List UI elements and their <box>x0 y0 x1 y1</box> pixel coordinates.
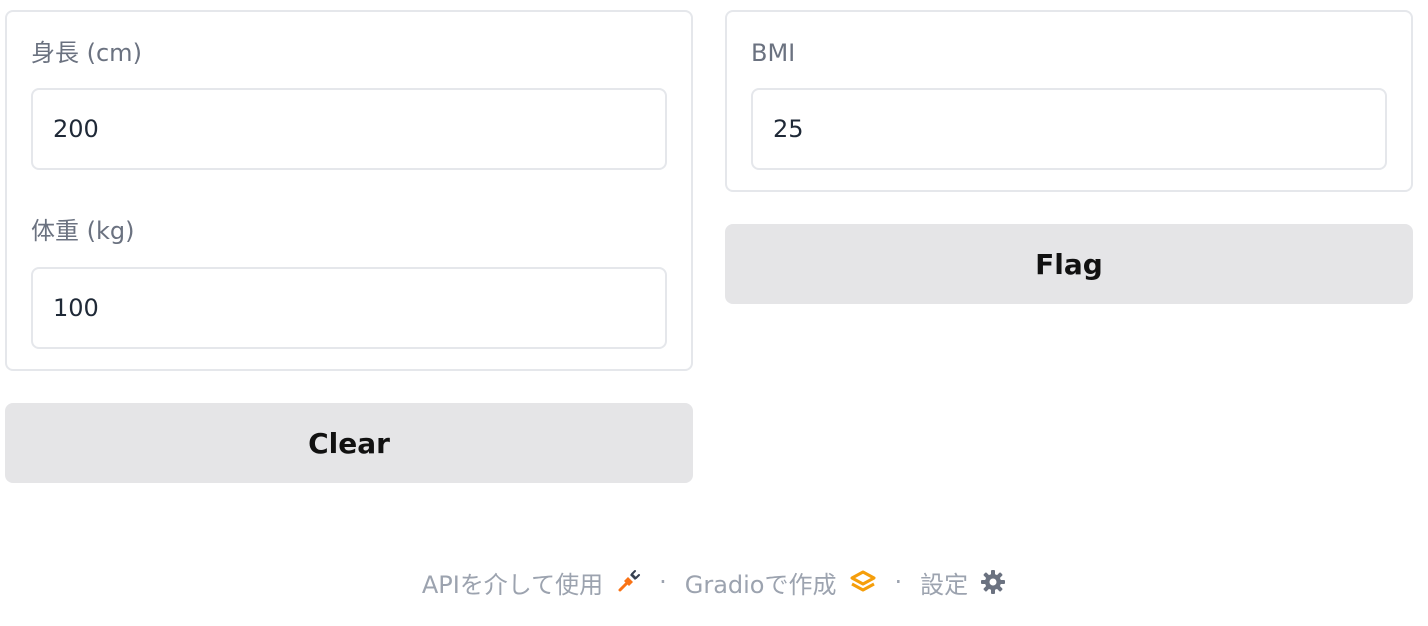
weight-label: 体重 (kg) <box>31 217 135 245</box>
gear-icon <box>968 569 1006 595</box>
clear-button[interactable]: Clear <box>5 403 693 483</box>
rocket-plug-icon <box>603 569 641 595</box>
input-panel: 身長 (cm) 体重 (kg) <box>5 10 693 371</box>
bmi-label: BMI <box>751 39 796 67</box>
flag-button[interactable]: Flag <box>725 224 1413 304</box>
height-label: 身長 (cm) <box>31 39 142 67</box>
output-panel: BMI <box>725 10 1413 192</box>
settings-link[interactable]: 設定 <box>920 565 1006 600</box>
footer-separator: · <box>659 568 667 596</box>
footer-separator: · <box>894 568 903 596</box>
api-link[interactable]: APIを介して使用 <box>422 565 641 600</box>
api-link-label: APIを介して使用 <box>421 570 604 599</box>
weight-input[interactable] <box>31 267 667 349</box>
gradio-link[interactable]: Gradioで作成 <box>685 565 877 600</box>
bmi-output[interactable] <box>751 88 1387 170</box>
height-input[interactable] <box>31 88 667 170</box>
footer: APIを介して使用 · Gradioで作成 · 設定 <box>0 560 1428 604</box>
settings-link-label: 設定 <box>920 570 969 599</box>
gradio-link-label: Gradioで作成 <box>684 570 837 599</box>
gradio-logo-icon <box>837 569 877 595</box>
